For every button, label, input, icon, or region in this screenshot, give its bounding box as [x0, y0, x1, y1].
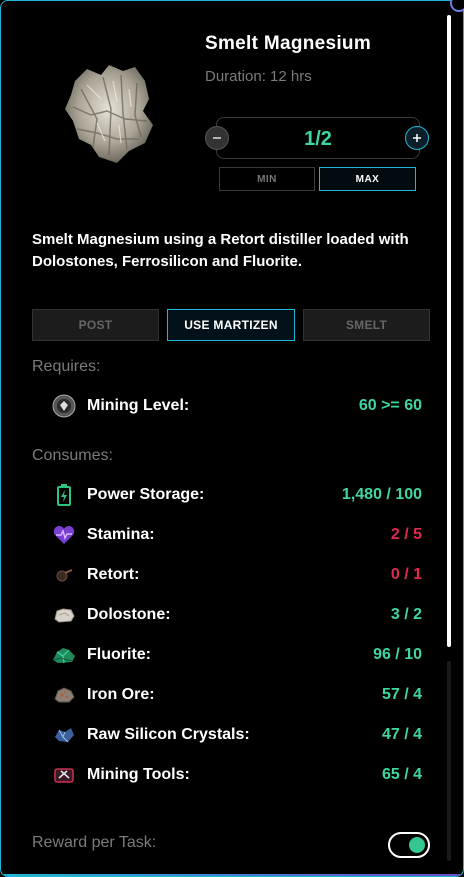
consume-name: Stamina: — [87, 526, 155, 543]
max-button[interactable]: MAX — [319, 167, 416, 191]
consume-name: Mining Tools: — [87, 766, 190, 783]
smelt-task-panel: Smelt Magnesium Duration: 12 hrs 1/2 MIN… — [0, 0, 464, 877]
requirement-name: Mining Level: — [87, 397, 190, 414]
use-martizen-button[interactable]: USE MARTIZEN — [167, 309, 295, 341]
consume-value: 96 / 10 — [373, 646, 422, 663]
consume-row-iron-ore: Iron Ore: 57 / 4 — [51, 683, 422, 707]
toggle-knob — [409, 837, 425, 853]
consume-name: Power Storage: — [87, 486, 205, 503]
consumes-label: Consumes: — [32, 447, 113, 464]
decrement-button[interactable] — [205, 126, 229, 150]
consume-name: Raw Silicon Crystals: — [87, 726, 250, 743]
consume-value: 3 / 2 — [390, 606, 422, 623]
consume-value: 1,480 / 100 — [341, 486, 422, 503]
requirement-row: Mining Level: 60 >= 60 — [51, 394, 422, 418]
battery-icon — [57, 484, 71, 506]
silicon-crystal-icon — [55, 728, 74, 743]
minus-icon — [213, 137, 221, 139]
consume-row-raw-silicon-crystals: Raw Silicon Crystals: 47 / 4 — [51, 723, 422, 747]
requires-label: Requires: — [32, 358, 101, 375]
consume-value: 47 / 4 — [381, 726, 422, 743]
consume-name: Iron Ore: — [87, 686, 155, 703]
consume-row-stamina: Stamina: 2 / 5 — [51, 523, 422, 547]
mining-level-badge-icon — [52, 394, 76, 418]
consume-value: 57 / 4 — [381, 686, 422, 703]
task-description: Smelt Magnesium using a Retort distiller… — [32, 231, 409, 270]
post-button[interactable]: POST — [32, 309, 159, 341]
consume-value: 2 / 5 — [390, 526, 422, 543]
consume-row-retort: Retort: 0 / 1 — [51, 563, 422, 587]
task-title: Smelt Magnesium — [205, 33, 372, 54]
min-button[interactable]: MIN — [219, 167, 315, 191]
consume-name: Retort: — [87, 566, 140, 583]
consume-row-mining-tools: Mining Tools: 65 / 4 — [51, 763, 422, 787]
mining-tools-icon — [54, 768, 74, 783]
reward-toggle[interactable] — [388, 832, 430, 858]
quantity-value: 1/2 — [304, 128, 332, 150]
magnesium-crystal-icon — [65, 65, 153, 163]
fluorite-crystal-icon — [53, 648, 75, 664]
dolostone-rock-icon — [54, 608, 75, 623]
consume-value: 0 / 1 — [390, 566, 422, 583]
consume-name: Dolostone: — [87, 606, 171, 623]
consume-row-fluorite: Fluorite: 96 / 10 — [51, 643, 422, 667]
task-duration: Duration: 12 hrs — [205, 68, 312, 85]
consume-row-power-storage: Power Storage: 1,480 / 100 — [51, 483, 422, 507]
heart-pulse-icon — [53, 526, 75, 544]
requirement-value: 60 >= 60 — [358, 397, 422, 414]
consume-value: 65 / 4 — [381, 766, 422, 783]
iron-ore-icon — [54, 687, 75, 703]
plus-icon — [413, 134, 421, 142]
smelt-button[interactable]: SMELT — [303, 309, 430, 341]
panel-bottom-glow — [1, 874, 463, 876]
retort-icon — [56, 569, 73, 582]
scrollbar-thumb[interactable] — [447, 15, 451, 647]
consume-name: Fluorite: — [87, 646, 151, 663]
increment-button[interactable] — [405, 126, 429, 150]
reward-label: Reward per Task: — [32, 834, 157, 851]
scrollbar-track[interactable] — [447, 661, 451, 861]
consume-row-dolostone: Dolostone: 3 / 2 — [51, 603, 422, 627]
